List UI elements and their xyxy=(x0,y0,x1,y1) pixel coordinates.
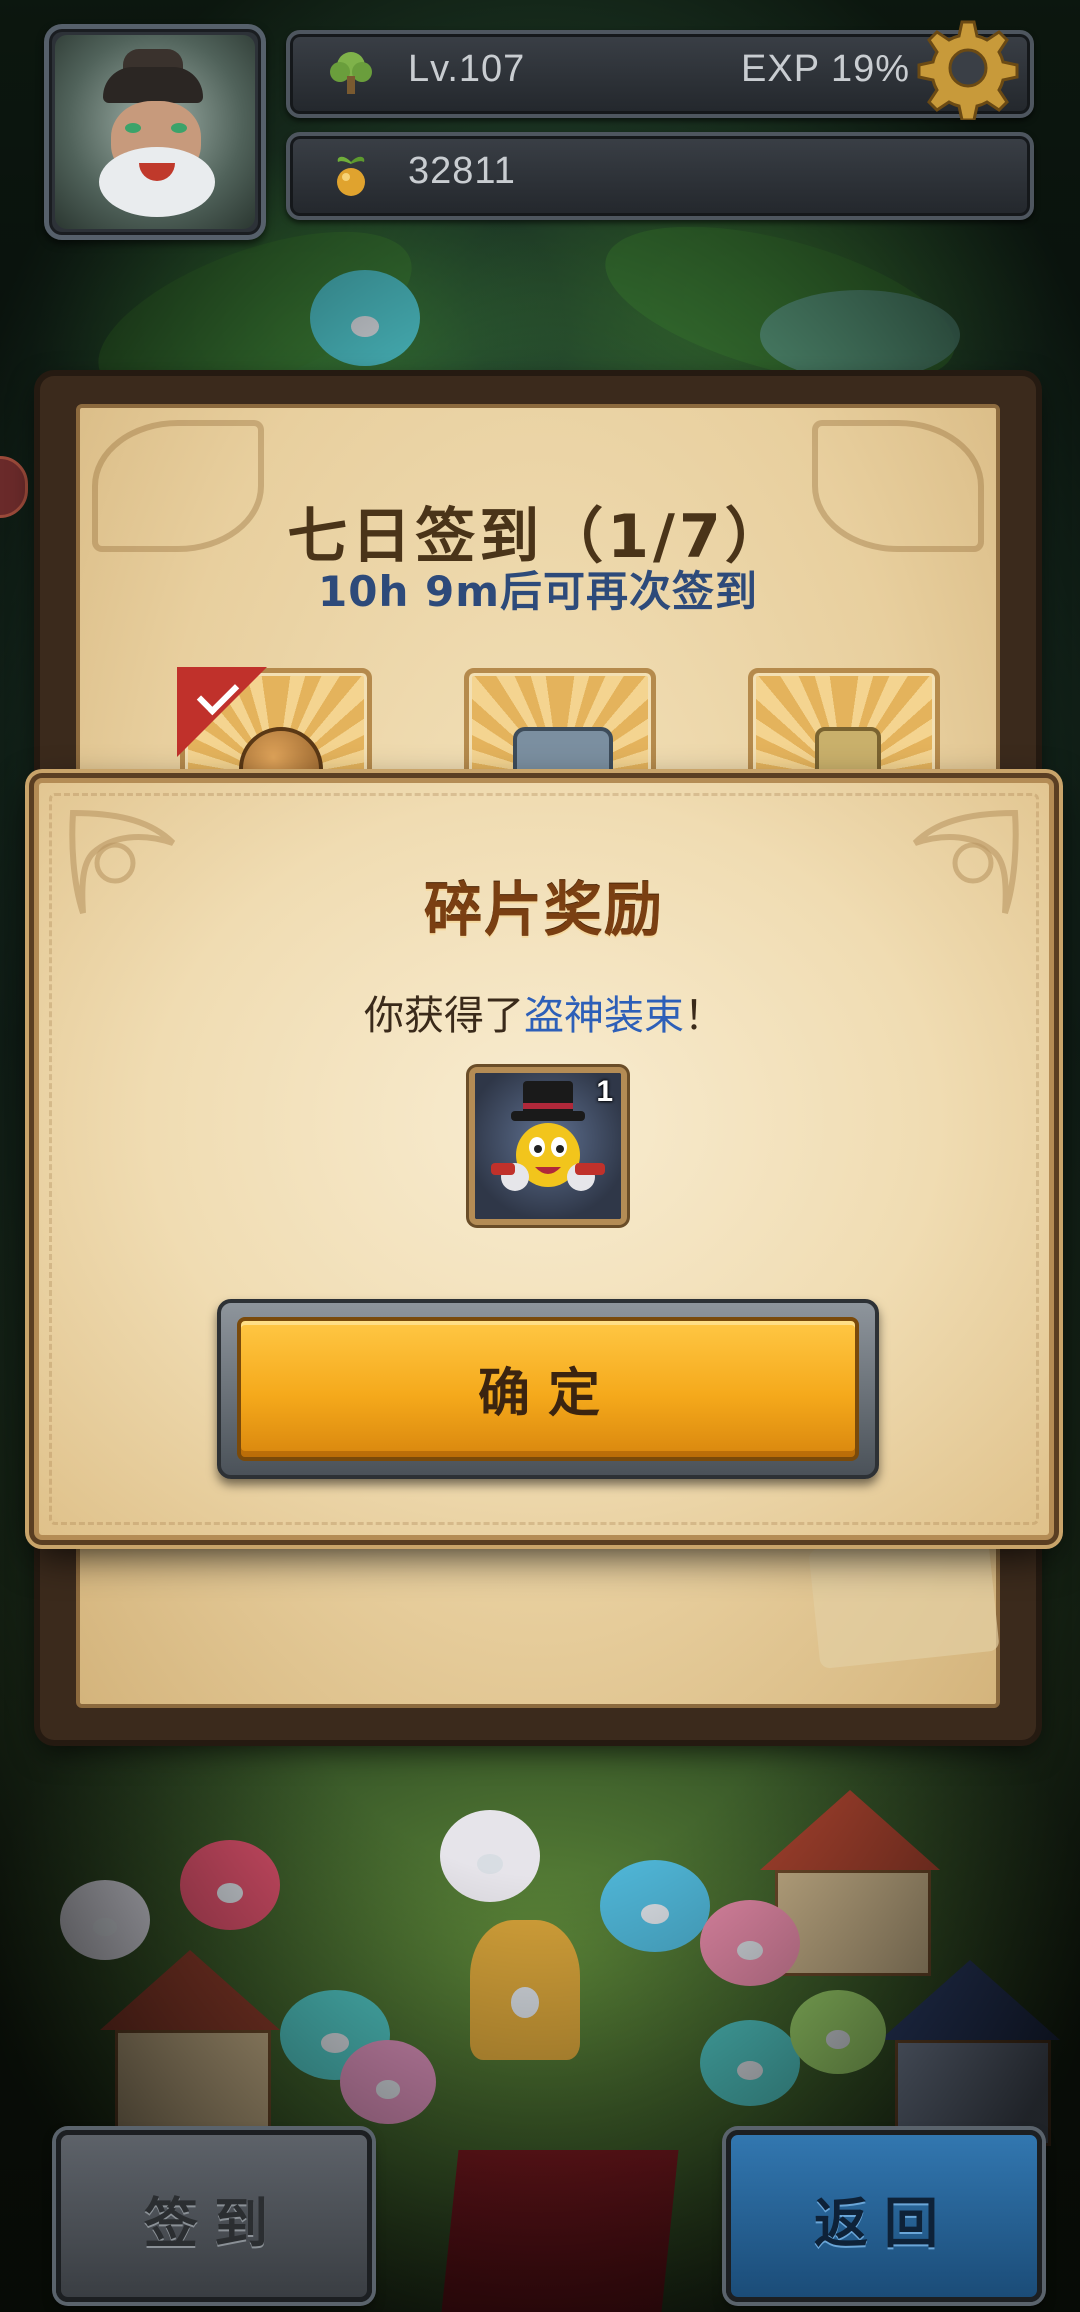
fruit-icon xyxy=(337,156,365,196)
signin-button-label: 签到 xyxy=(144,2192,284,2255)
message-suffix: ！ xyxy=(684,993,724,1039)
back-button-label: 返回 xyxy=(814,2192,954,2255)
back-button[interactable]: 返回 xyxy=(726,2130,1042,2302)
reward-item-slot[interactable]: 1 xyxy=(469,1067,627,1225)
dialog-message: 你获得了盗神装束！ xyxy=(39,983,1049,1041)
signin-countdown: 10h 9m后可再次签到 xyxy=(318,567,758,616)
message-prefix: 你获得了 xyxy=(364,993,524,1039)
avatar-portrait xyxy=(55,35,255,229)
item-count: 1 xyxy=(596,1075,613,1108)
gold-bar: 32811 xyxy=(286,132,1034,220)
confirm-label: 确定 xyxy=(477,1364,618,1424)
player-level: Lv.107 xyxy=(408,48,526,90)
gear-icon[interactable] xyxy=(916,16,1020,120)
player-avatar[interactable] xyxy=(44,24,266,240)
confirm-button[interactable]: 确定 xyxy=(237,1317,859,1461)
signin-button[interactable]: 签到 xyxy=(56,2130,372,2302)
reward-dialog: 碎片奖励 你获得了盗神装束！ 1 确定 xyxy=(34,778,1054,1540)
item-name: 盗神装束 xyxy=(524,993,684,1039)
tree-icon xyxy=(330,52,372,94)
gold-amount: 32811 xyxy=(408,150,516,192)
exp-percent: EXP 19% xyxy=(741,48,910,90)
scroll-decoration xyxy=(808,1530,1000,1670)
dialog-title: 碎片奖励 xyxy=(423,876,664,944)
confirm-button-frame: 确定 xyxy=(217,1299,879,1479)
